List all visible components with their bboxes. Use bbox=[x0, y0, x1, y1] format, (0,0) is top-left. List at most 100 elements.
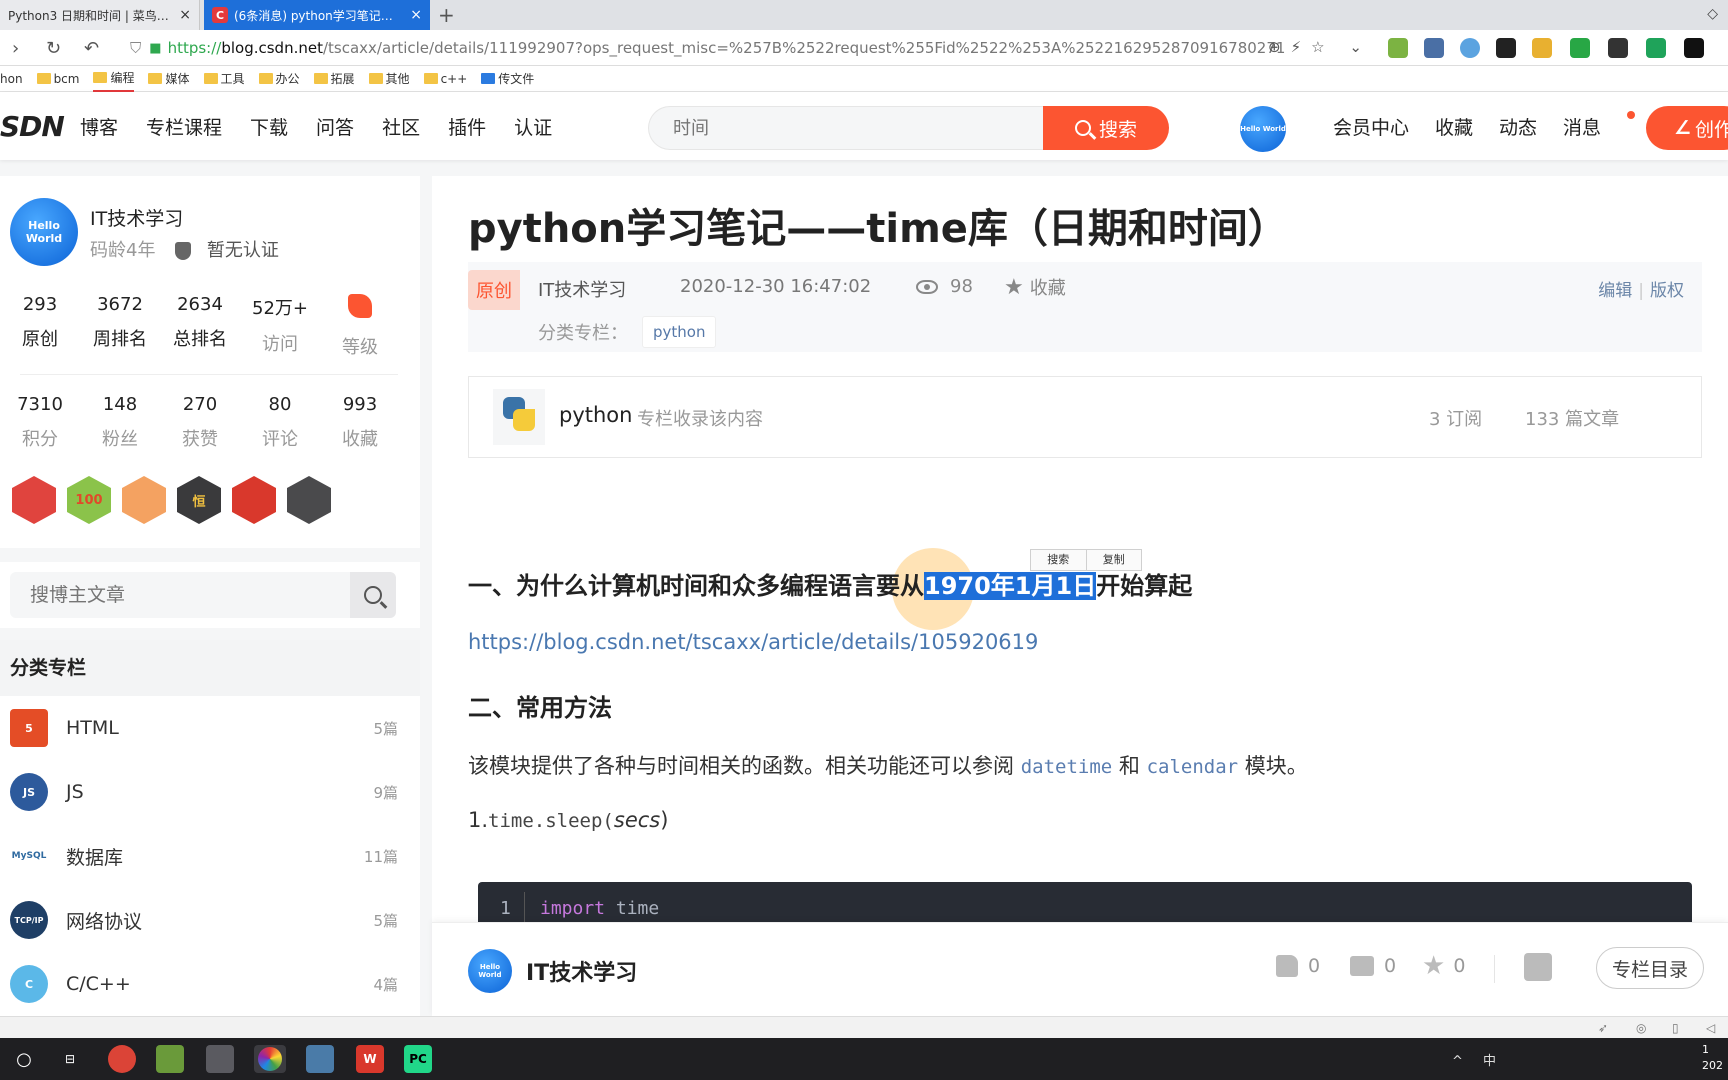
new-tab-icon[interactable]: + bbox=[438, 3, 455, 27]
bookmark-item[interactable]: 传文件 bbox=[481, 70, 534, 87]
rocket-icon[interactable]: ➶ bbox=[1598, 1021, 1608, 1035]
tab-csdn-active[interactable]: C (6条消息) python学习笔记—— × bbox=[204, 0, 430, 30]
badge-icon[interactable] bbox=[232, 476, 276, 524]
url-field[interactable]: ⛉ ■ https://blog.csdn.net/tscaxx/article… bbox=[130, 35, 1350, 61]
extension-icon[interactable] bbox=[1496, 38, 1516, 58]
sound-icon[interactable]: ◁ bbox=[1706, 1021, 1715, 1035]
forward-icon[interactable]: › bbox=[12, 38, 19, 59]
category-item-database[interactable]: MySQL 数据库 11篇 bbox=[0, 824, 420, 888]
bookmark-folder[interactable]: 拓展 bbox=[313, 70, 355, 87]
popup-search-button[interactable]: 搜索 bbox=[1031, 550, 1086, 570]
nav-download[interactable]: 下载 bbox=[250, 113, 288, 140]
shirt-icon[interactable]: ◇ bbox=[1707, 6, 1718, 22]
extension-icon[interactable] bbox=[1684, 38, 1704, 58]
bookmark-folder[interactable]: c++ bbox=[423, 72, 467, 86]
badge-icon[interactable] bbox=[12, 476, 56, 524]
nav-cert[interactable]: 认证 bbox=[514, 113, 552, 140]
badge-icon[interactable] bbox=[287, 476, 331, 524]
category-item-html[interactable]: 5 HTML 5篇 bbox=[0, 696, 420, 760]
tab-runoob[interactable]: Python3 日期和时间 | 菜鸟教程 × bbox=[0, 0, 200, 30]
image-viewer-icon[interactable] bbox=[206, 1045, 234, 1073]
share-icon[interactable] bbox=[1524, 953, 1552, 981]
settings-icon[interactable]: ◎ bbox=[1636, 1021, 1646, 1035]
nav-blog[interactable]: 博客 bbox=[80, 113, 118, 140]
bookmark-folder[interactable]: 其他 bbox=[368, 70, 410, 87]
selected-text[interactable]: 1970年1月1日 bbox=[924, 572, 1097, 600]
category-item-cpp[interactable]: C C/C++ 4篇 bbox=[0, 952, 420, 1016]
inline-code[interactable]: calendar bbox=[1147, 756, 1239, 778]
user-avatar[interactable]: Hello World bbox=[1240, 106, 1286, 152]
meta-author[interactable]: IT技术学习 bbox=[538, 276, 626, 302]
extension-icon[interactable] bbox=[1424, 38, 1444, 58]
nav-activity[interactable]: 动态 bbox=[1499, 113, 1537, 140]
tab-close-icon[interactable]: × bbox=[410, 7, 422, 23]
badge-icon[interactable]: 100 bbox=[67, 476, 111, 524]
bookmark-folder[interactable]: 编程 bbox=[93, 66, 135, 92]
badge-icon[interactable] bbox=[122, 476, 166, 524]
browser-taskbar-icon[interactable] bbox=[254, 1045, 286, 1073]
profile-avatar[interactable]: Hello World bbox=[10, 198, 78, 266]
notepad-icon[interactable] bbox=[156, 1045, 184, 1073]
stat-original[interactable]: 293 原创 bbox=[0, 294, 80, 359]
wps-icon[interactable]: W bbox=[356, 1045, 384, 1073]
nav-community[interactable]: 社区 bbox=[382, 113, 420, 140]
view-count: 98 bbox=[950, 276, 973, 297]
trash-icon[interactable]: ▯ bbox=[1672, 1021, 1679, 1035]
system-clock[interactable]: 1 202 bbox=[1702, 1042, 1723, 1074]
favorite-button[interactable]: ★ 0 bbox=[1422, 953, 1465, 979]
blog-search-input[interactable] bbox=[10, 572, 350, 618]
task-view-icon[interactable]: ⊟ bbox=[56, 1045, 84, 1073]
nav-vip[interactable]: 会员中心 bbox=[1333, 113, 1409, 140]
nav-messages[interactable]: 消息 bbox=[1563, 110, 1636, 140]
reload-icon[interactable]: ↻ bbox=[46, 38, 61, 59]
bookmark-item[interactable]: hon bbox=[0, 72, 23, 86]
chat-icon[interactable] bbox=[306, 1045, 334, 1073]
bookmark-folder[interactable]: 媒体 bbox=[148, 70, 190, 87]
inline-code[interactable]: datetime bbox=[1021, 756, 1113, 778]
extension-icon[interactable] bbox=[1646, 38, 1666, 58]
badge-icon[interactable]: 恒 bbox=[177, 476, 221, 524]
nav-courses[interactable]: 专栏课程 bbox=[146, 113, 222, 140]
popup-copy-button[interactable]: 复制 bbox=[1085, 550, 1142, 570]
extension-icon[interactable] bbox=[1532, 38, 1552, 58]
bookmark-folder[interactable]: bcm bbox=[36, 72, 79, 86]
column-directory-button[interactable]: 专栏目录 bbox=[1596, 947, 1704, 989]
article-link[interactable]: https://blog.csdn.net/tscaxx/article/det… bbox=[468, 630, 1038, 654]
chrome-icon[interactable] bbox=[108, 1045, 136, 1073]
search-button[interactable]: 搜索 bbox=[1043, 106, 1169, 150]
comment-button[interactable]: 0 bbox=[1350, 955, 1396, 977]
column-box[interactable]: python 专栏收录该内容 3 订阅 133 篇文章 bbox=[468, 376, 1702, 458]
create-button[interactable]: ∠ 创作 bbox=[1646, 106, 1728, 150]
nav-qa[interactable]: 问答 bbox=[316, 113, 354, 140]
tab-close-icon[interactable]: × bbox=[179, 7, 191, 23]
category-item-js[interactable]: JS JS 9篇 bbox=[0, 760, 420, 824]
blog-search-button[interactable] bbox=[350, 572, 396, 618]
stat-week-rank[interactable]: 3672 周排名 bbox=[80, 294, 160, 359]
pycharm-icon[interactable]: PC bbox=[404, 1045, 432, 1073]
stat-total-rank[interactable]: 2634 总排名 bbox=[160, 294, 240, 359]
meta-favorite[interactable]: ★ 收藏 bbox=[1004, 274, 1066, 300]
copyright-link[interactable]: 版权 bbox=[1650, 281, 1684, 301]
profile-name[interactable]: IT技术学习 bbox=[90, 204, 183, 231]
author-name[interactable]: IT技术学习 bbox=[526, 955, 637, 987]
bookmark-folder[interactable]: 办公 bbox=[258, 70, 300, 87]
nav-favorites[interactable]: 收藏 bbox=[1435, 113, 1473, 140]
csdn-logo[interactable]: SDN bbox=[0, 110, 65, 143]
extension-icon[interactable] bbox=[1570, 38, 1590, 58]
extension-icon[interactable] bbox=[1388, 38, 1408, 58]
like-button[interactable]: 0 bbox=[1276, 955, 1320, 977]
author-avatar[interactable]: Hello World bbox=[468, 949, 512, 993]
category-tag[interactable]: python bbox=[642, 316, 717, 348]
category-item-network[interactable]: TCP/IP 网络协议 5篇 bbox=[0, 888, 420, 952]
search-input[interactable] bbox=[648, 106, 1048, 150]
stat-level[interactable]: 等级 bbox=[320, 294, 400, 359]
extension-icon[interactable] bbox=[1608, 38, 1628, 58]
url-tools-icons[interactable]: ⊕⚡☆ ⌄ bbox=[1268, 38, 1372, 56]
extension-icon[interactable] bbox=[1460, 38, 1480, 58]
nav-plugin[interactable]: 插件 bbox=[448, 113, 486, 140]
edit-link[interactable]: 编辑 bbox=[1598, 281, 1632, 301]
system-tray[interactable]: ^ 中 bbox=[1452, 1050, 1504, 1069]
undo-icon[interactable]: ↶ bbox=[84, 38, 99, 59]
start-search-icon[interactable]: ○ bbox=[10, 1045, 38, 1073]
bookmark-folder[interactable]: 工具 bbox=[203, 70, 245, 87]
